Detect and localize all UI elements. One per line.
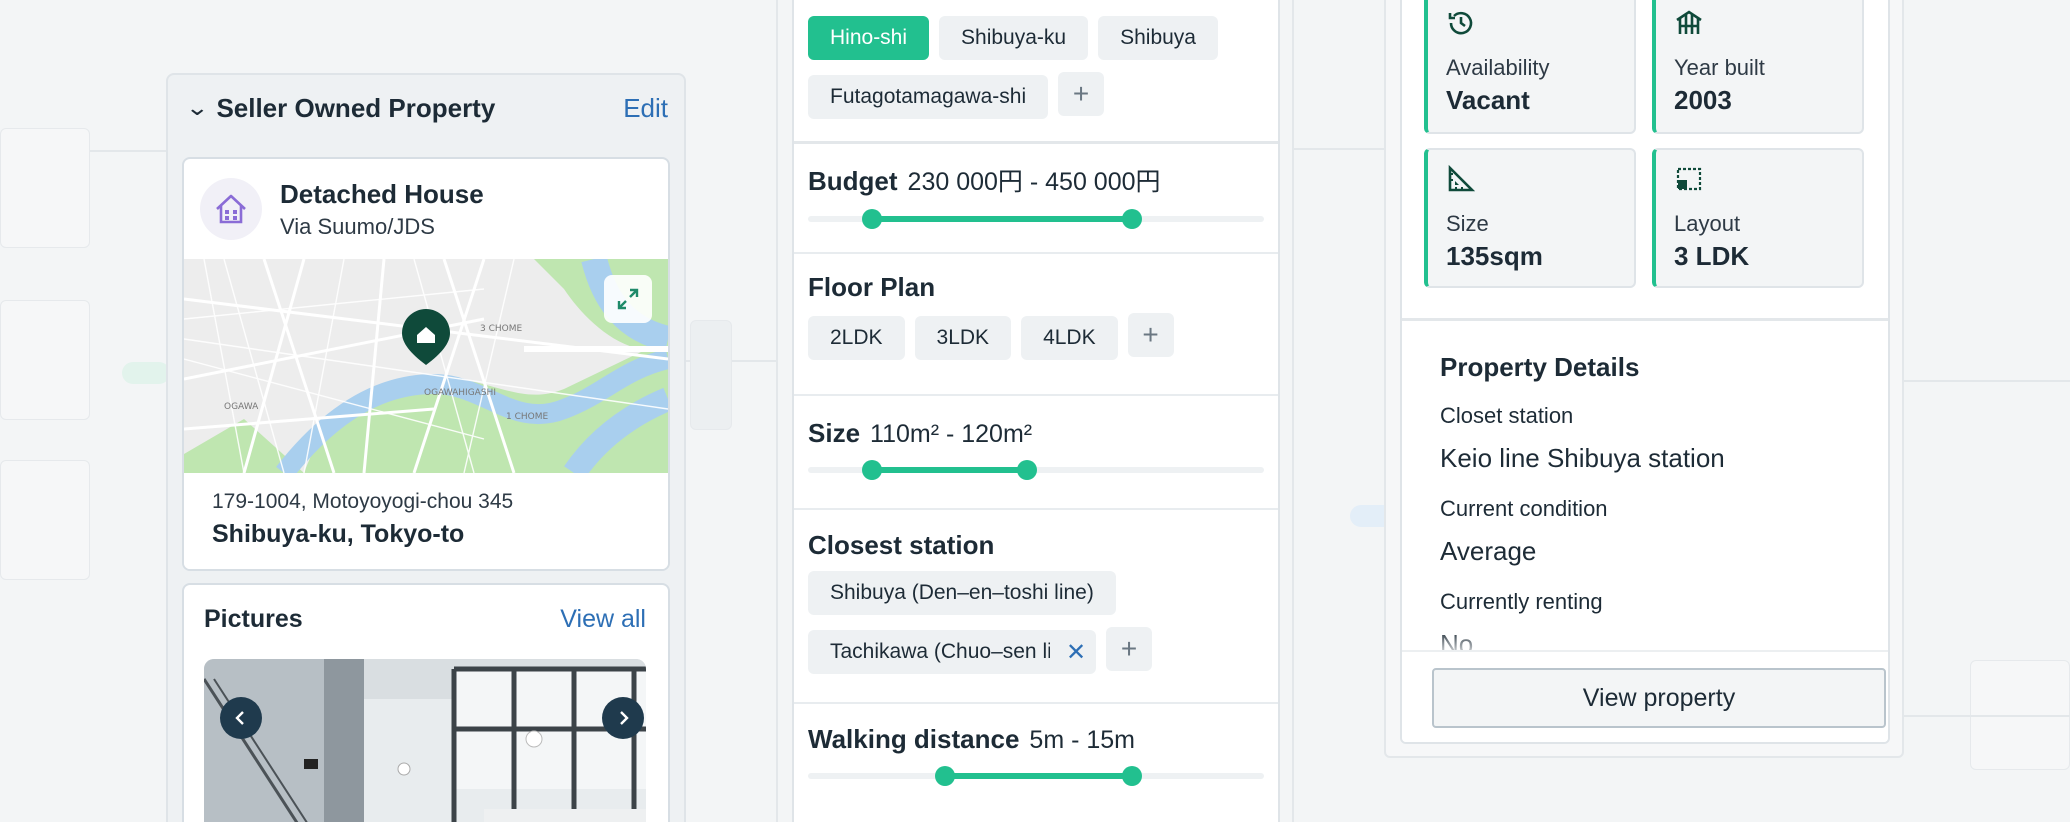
add-area-button[interactable]: + (1058, 72, 1105, 116)
walking-distance-slider[interactable] (808, 766, 1264, 786)
size-value: 110m² - 120m² (870, 420, 1033, 448)
budget-filter: Budget 230 000円 - 450 000円 (794, 144, 1278, 254)
walking-distance-label: Walking distance (808, 724, 1020, 754)
map-label: 3 CHOME (480, 324, 522, 334)
view-property-button[interactable]: View property (1432, 668, 1886, 728)
stat-value: 135sqm (1446, 241, 1543, 271)
stat-label: Size (1446, 211, 1489, 236)
floor-plan-filter: Floor Plan 2LDK 3LDK 4LDK + (794, 254, 1278, 396)
plus-icon: + (1142, 319, 1159, 350)
floor-plan-label: Floor Plan (808, 272, 936, 302)
budget-max-handle[interactable] (1121, 209, 1142, 229)
layout-icon (1676, 167, 1702, 191)
station-chip-label: Tachikawa (Chuo–sen line) (830, 640, 1050, 663)
chevron-down-icon[interactable]: ⌄ (185, 95, 209, 121)
pictures-card: Pictures View all (182, 583, 670, 822)
floor-plan-chip-4ldk[interactable]: 4LDK (1021, 316, 1118, 360)
stat-label: Layout (1674, 211, 1741, 236)
floor-plan-chip-3ldk[interactable]: 3LDK (914, 316, 1012, 360)
view-all-link[interactable]: View all (560, 605, 646, 634)
clock-history-icon (1448, 11, 1473, 35)
walking-min-handle[interactable] (934, 766, 955, 786)
chevron-left-icon (235, 711, 244, 725)
seller-property-panel: ⌄ Seller Owned Property Edit Detached Ho… (166, 73, 686, 822)
expand-icon (617, 288, 639, 310)
station-chip-shibuya[interactable]: Shibuya (Den–en–toshi line) (808, 571, 1116, 615)
expand-map-button[interactable] (604, 275, 652, 323)
map-label: OGAWAHIGASHI (424, 388, 496, 398)
closest-station-filter: Closest station Shibuya (Den–en–toshi li… (794, 510, 1278, 704)
stat-value: 3 LDK (1674, 241, 1750, 271)
detail-label: Closet station (1440, 403, 1574, 428)
size-slider[interactable] (808, 460, 1264, 480)
stat-label: Availability (1446, 55, 1550, 80)
area-chips: Hino-shi Shibuya-ku Shibuya Futagotamagawa-… (794, 0, 1278, 144)
size-filter: Size 110m² - 120m² (794, 396, 1278, 510)
panel-title: Seller Owned Property (216, 92, 496, 123)
detail-value: Keio line Shibuya station (1440, 443, 1725, 473)
stat-size: Size 135sqm (1424, 148, 1636, 288)
detail-value: Average (1440, 536, 1537, 566)
property-source: Via Suumo/JDS (280, 213, 435, 239)
map-label: 1 CHOME (506, 412, 548, 422)
divider (1402, 318, 1888, 321)
closest-station-label: Closest station (808, 530, 995, 560)
address-line-1: 179-1004, Motoyoyogi-chou 345 (212, 490, 514, 513)
building-frame-icon (1676, 10, 1702, 34)
seller-property-header: ⌄ Seller Owned Property Edit (168, 75, 684, 141)
search-filters-card: Hino-shi Shibuya-ku Shibuya Futagotamagawa-… (792, 0, 1280, 822)
add-floor-plan-button[interactable]: + (1127, 313, 1174, 357)
budget-label: Budget (808, 166, 898, 196)
pictures-title: Pictures (204, 605, 303, 633)
address-line-2: Shibuya-ku, Tokyo-to (212, 520, 465, 548)
area-chip-hino-shi[interactable]: Hino-shi (808, 16, 930, 60)
walking-distance-filter: Walking distance 5m - 15m (794, 704, 1278, 822)
stat-label: Year built (1674, 55, 1765, 80)
detail-label: Current condition (1440, 496, 1608, 521)
walking-max-handle[interactable] (1121, 766, 1142, 786)
property-type: Detached House (280, 178, 484, 209)
size-max-handle[interactable] (1016, 460, 1037, 480)
location-map[interactable]: OGAWA OGAWAHIGASHI 3 CHOME 1 CHOME (184, 259, 668, 473)
next-photo-button[interactable] (602, 697, 644, 739)
budget-min-handle[interactable] (861, 209, 882, 229)
search-filters-panel: Hino-shi Shibuya-ku Shibuya Futagotamagawa-… (776, 0, 1294, 822)
plus-icon: + (1072, 78, 1090, 109)
detail-label: Currently renting (1440, 589, 1603, 614)
add-station-button[interactable]: + (1106, 627, 1153, 671)
floor-plan-chip-2ldk[interactable]: 2LDK (808, 316, 905, 360)
walking-distance-value: 5m - 15m (1029, 726, 1136, 754)
stat-availability: Availability Vacant (1424, 0, 1636, 134)
property-summary-panel: Availability Vacant Year built 2003 Size (1384, 0, 1904, 758)
property-summary-card: Availability Vacant Year built 2003 Size (1400, 0, 1890, 744)
house-icon (200, 178, 262, 240)
budget-slider[interactable] (808, 209, 1264, 229)
ruler-triangle-icon (1448, 164, 1476, 192)
edit-link[interactable]: Edit (623, 93, 668, 124)
remove-icon[interactable]: ✕ (1066, 638, 1086, 667)
budget-value: 230 000円 - 450 000円 (907, 168, 1161, 196)
area-chip-futagotamagawa-shi[interactable]: Futagotamagawa-shi (808, 75, 1049, 119)
stat-value: Vacant (1446, 85, 1530, 115)
address-box: 179-1004, Motoyoyogi-chou 345 Shibuya-ku… (184, 474, 668, 569)
area-chip-shibuya[interactable]: Shibuya (1098, 16, 1218, 60)
property-details-title: Property Details (1440, 352, 1640, 382)
property-card-header: Detached House Via Suumo/JDS (184, 159, 668, 259)
prev-photo-button[interactable] (220, 697, 262, 739)
stat-value: 2003 (1674, 85, 1732, 115)
property-photo[interactable] (204, 659, 646, 822)
size-min-handle[interactable] (861, 460, 882, 480)
size-label: Size (808, 418, 861, 448)
chevron-right-icon (620, 711, 629, 725)
plus-icon: + (1120, 633, 1138, 664)
station-chip-tachikawa[interactable]: Tachikawa (Chuo–sen line) ✕ (808, 630, 1097, 674)
stat-year-built: Year built 2003 (1652, 0, 1864, 134)
map-label: OGAWA (224, 402, 259, 412)
area-chip-shibuya-ku[interactable]: Shibuya-ku (939, 16, 1089, 60)
stat-layout: Layout 3 LDK (1652, 148, 1864, 288)
property-card: Detached House Via Suumo/JDS OGAWA OGAWA… (182, 157, 670, 571)
